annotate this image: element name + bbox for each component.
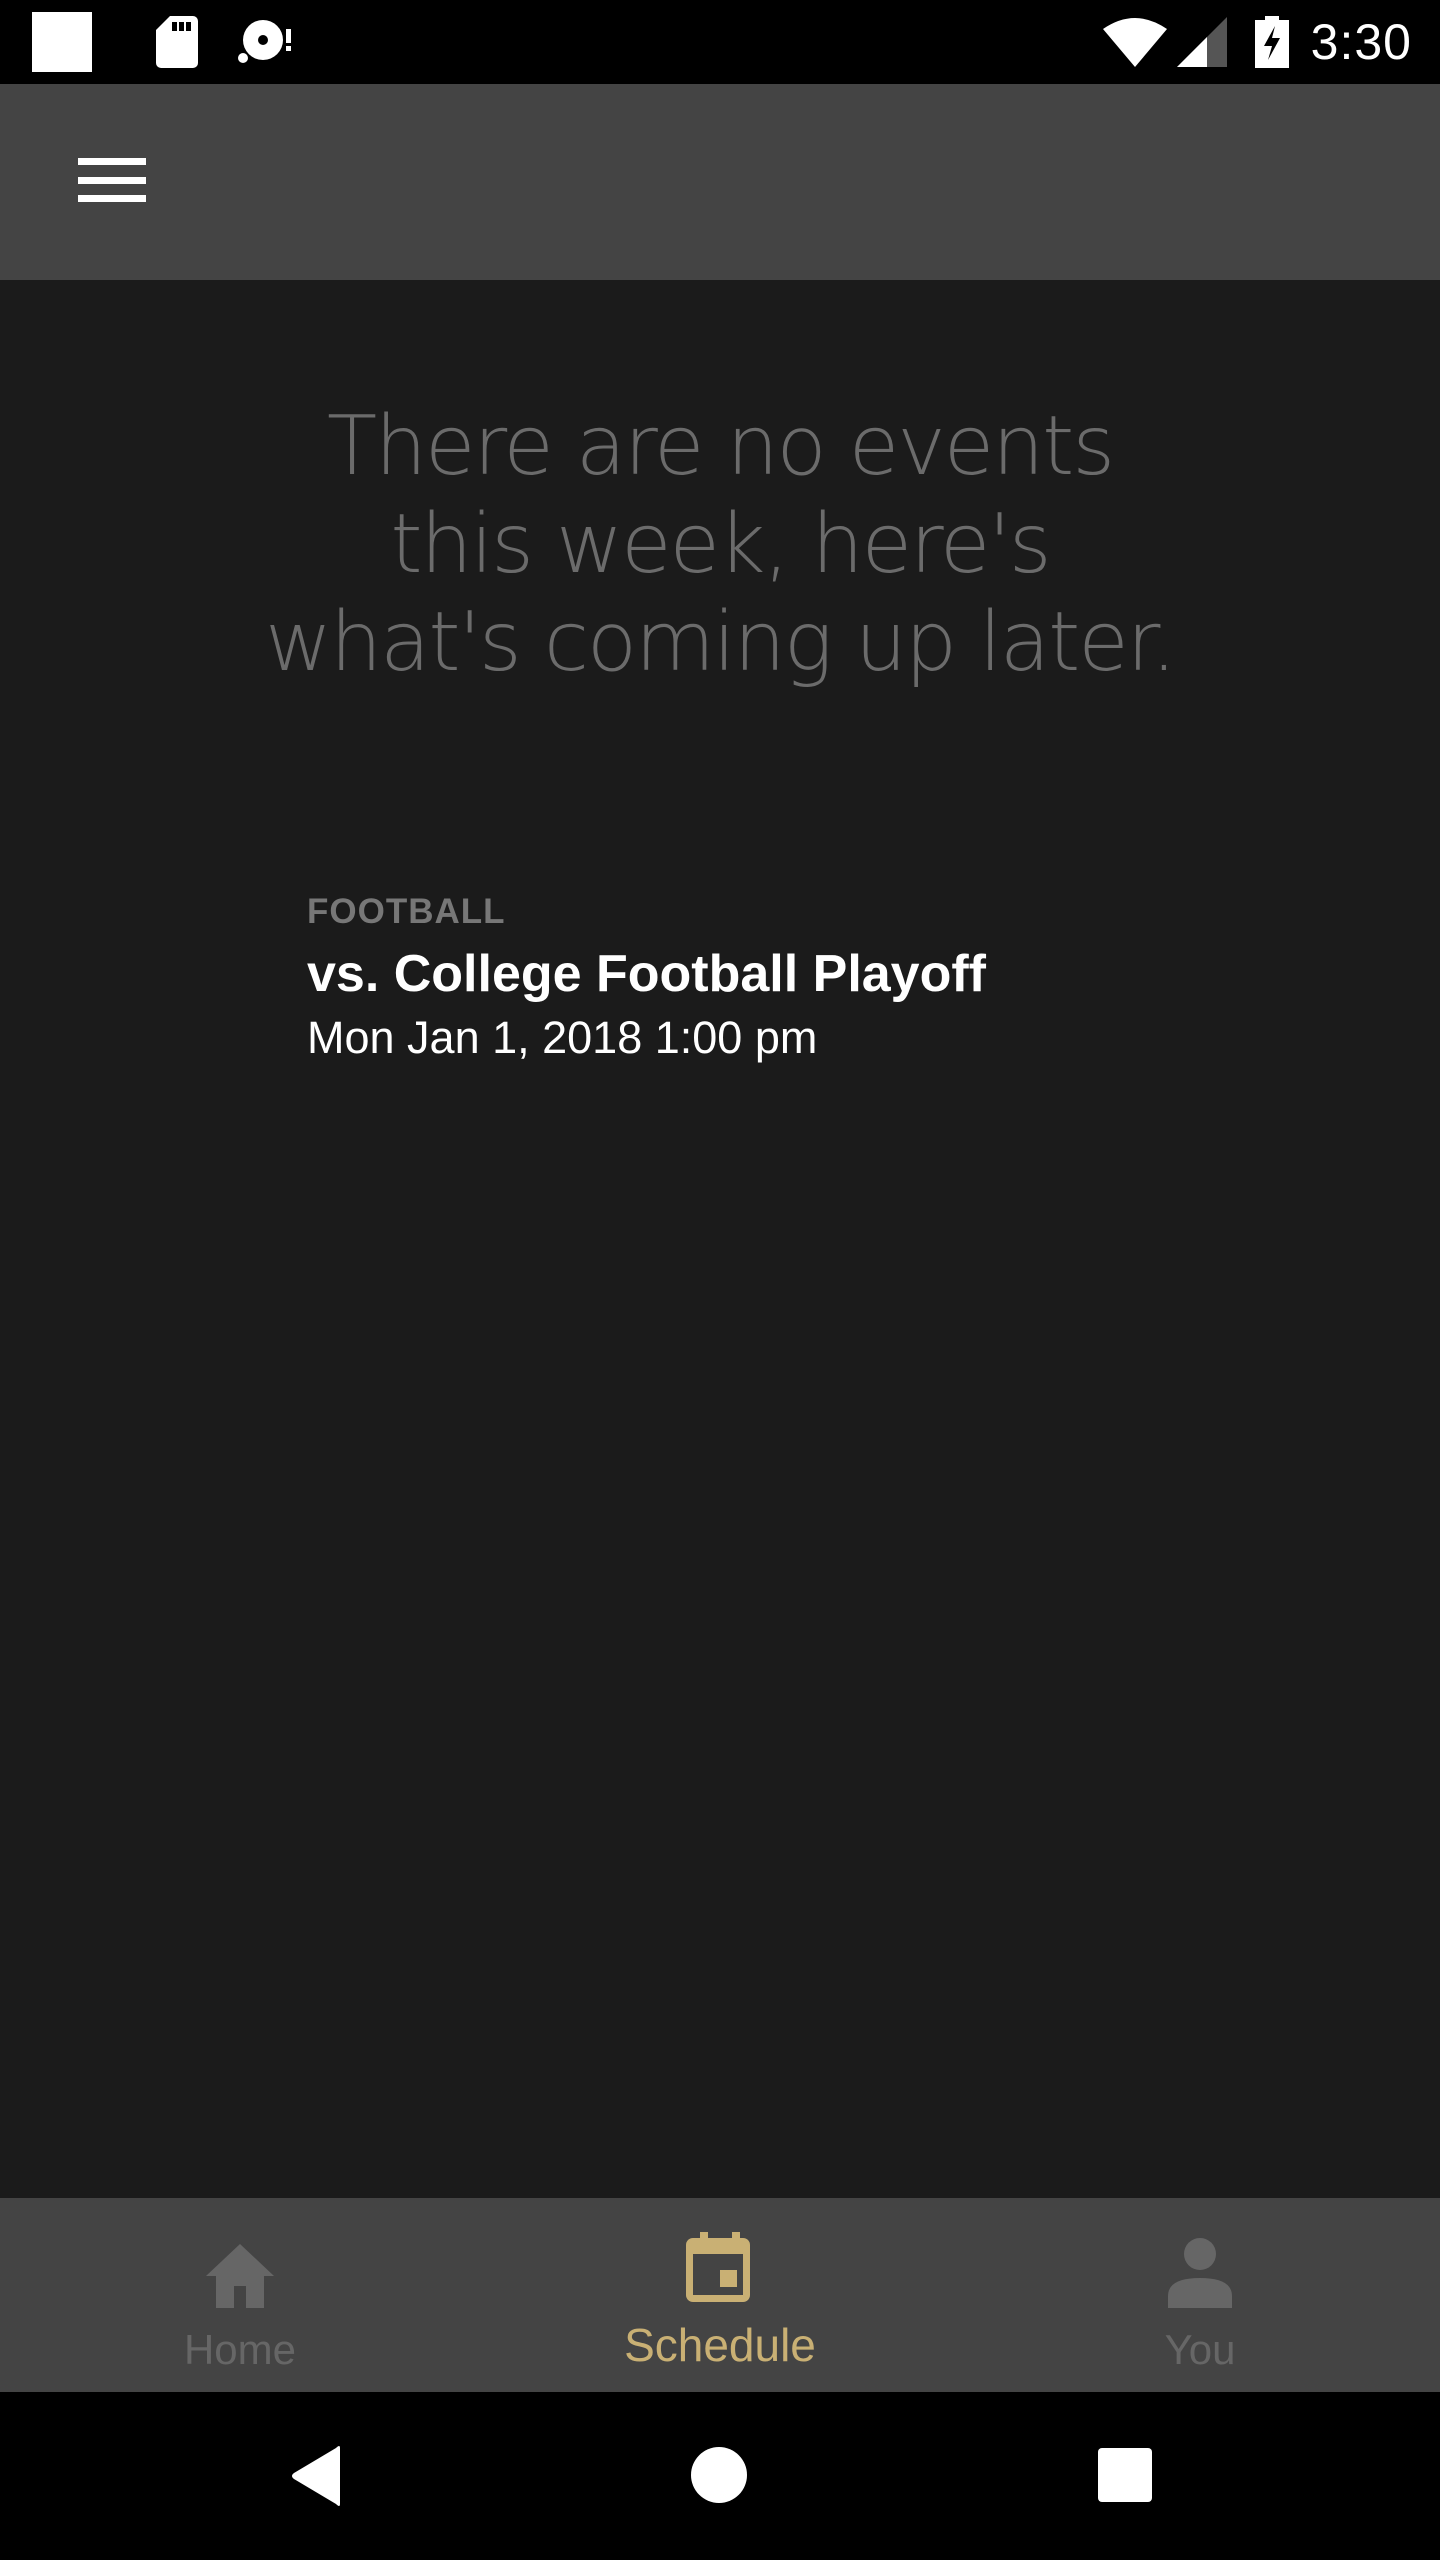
nav-label-you: You (1164, 2326, 1236, 2373)
wifi-icon (1102, 18, 1167, 67)
schedule-content: There are no events this week, here's wh… (0, 280, 1440, 2198)
home-icon (206, 2244, 274, 2308)
nav-label-home: Home (183, 2326, 297, 2373)
event-datetime: Mon Jan 1, 2018 1:00 pm (307, 1012, 818, 1063)
nav-item-schedule[interactable]: Schedule (480, 2198, 960, 2392)
event-sport-label: FOOTBALL (307, 892, 506, 931)
calendar-icon (686, 2232, 750, 2302)
nav-item-home[interactable]: Home (0, 2198, 480, 2392)
app-bar (0, 84, 1440, 280)
sd-card-icon (156, 16, 198, 68)
cell-signal-icon (1176, 17, 1227, 67)
menu-button[interactable] (60, 132, 164, 232)
event-item[interactable]: FOOTBALL vs. College Football Playoff Mo… (307, 890, 1307, 1068)
nav-label-schedule: Schedule (624, 2319, 816, 2371)
empty-state-message: There are no events this week, here's wh… (265, 399, 1177, 690)
bottom-navigation: Home Schedule You (0, 2198, 1440, 2392)
system-navigation-bar (0, 2392, 1440, 2560)
event-title: vs. College Football Playoff (307, 945, 986, 1003)
home-circle-icon[interactable] (690, 2446, 748, 2504)
back-icon[interactable] (290, 2446, 342, 2506)
hamburger-menu-icon (78, 158, 146, 202)
disc-alert-icon (238, 20, 291, 63)
clock: 3:30 (1310, 14, 1412, 70)
nav-item-you[interactable]: You (960, 2198, 1440, 2392)
battery-charging-icon (1254, 16, 1289, 68)
recents-icon[interactable] (1098, 2448, 1152, 2502)
notification-square-icon (32, 12, 92, 72)
status-bar: 3:30 (0, 0, 1440, 84)
person-icon (1168, 2238, 1232, 2308)
